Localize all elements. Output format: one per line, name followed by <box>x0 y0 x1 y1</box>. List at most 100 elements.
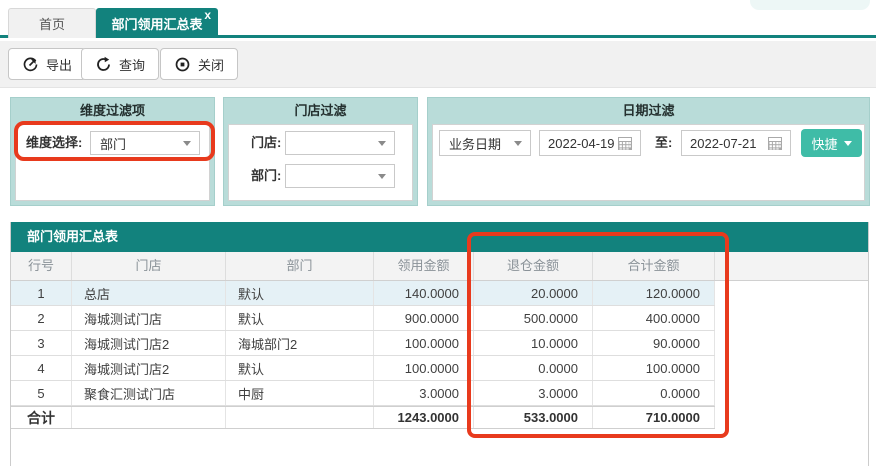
table-row-4[interactable]: 4海城测试门店2默认100.00000.0000100.0000 <box>11 356 715 381</box>
grid-cell: 400.0000 <box>593 306 715 330</box>
grid-cell: 合计 <box>11 407 72 428</box>
column-header-0[interactable]: 行号 <box>11 252 72 280</box>
chevron-down-icon <box>514 141 522 146</box>
date-to-value: 2022-07-21 <box>690 136 757 151</box>
grid-header-row: 行号门店部门领用金额退仓金额合计金额 <box>11 252 868 281</box>
quick-date-label: 快捷 <box>811 134 837 153</box>
grid-cell: 默认 <box>226 356 374 380</box>
grid-cell: 500.0000 <box>474 306 593 330</box>
grid-cell: 1 <box>11 281 72 305</box>
grid-cell <box>72 407 226 428</box>
query-button[interactable]: 查询 <box>81 48 159 80</box>
grid-cell: 90.0000 <box>593 331 715 355</box>
dept-select[interactable] <box>285 164 395 188</box>
table-row-5[interactable]: 5聚食汇测试门店中厨3.00003.00000.0000 <box>11 381 715 406</box>
grid-cell: 2 <box>11 306 72 330</box>
date-panel-title: 日期过滤 <box>428 98 869 124</box>
tab-close-icon[interactable]: x <box>204 8 211 22</box>
grid-cell: 3.0000 <box>474 381 593 405</box>
grid-cell: 中厨 <box>226 381 374 405</box>
stop-icon <box>174 56 191 73</box>
toolbar: 导出 查询 关闭 <box>0 41 876 88</box>
dimension-panel-body: 维度选择: 部门 <box>15 124 210 201</box>
grid-cell: 1243.0000 <box>374 407 474 428</box>
grid-cell: 20.0000 <box>474 281 593 305</box>
cropped-corner-element <box>750 0 870 10</box>
tab-home[interactable]: 首页 <box>8 8 96 38</box>
quick-date-button[interactable]: 快捷 <box>801 129 862 157</box>
summary-grid: 部门领用汇总表 行号门店部门领用金额退仓金额合计金额 1总店默认140.0000… <box>10 222 869 466</box>
column-header-5[interactable]: 合计金额 <box>593 252 715 280</box>
query-button-label: 查询 <box>119 55 145 74</box>
grid-cell: 默认 <box>226 281 374 305</box>
grid-cell: 100.0000 <box>593 356 715 380</box>
dimension-select-label: 维度选择: <box>26 131 82 155</box>
grid-cell: 海城测试门店2 <box>72 356 226 380</box>
table-row-1[interactable]: 1总店默认140.000020.0000120.0000 <box>11 281 715 306</box>
chevron-down-icon <box>183 141 191 146</box>
grid-cell: 710.0000 <box>593 407 715 428</box>
date-from-input[interactable]: 2022-04-19 <box>539 130 641 156</box>
grid-cell: 海城部门2 <box>226 331 374 355</box>
grid-cell: 10.0000 <box>474 331 593 355</box>
close-button[interactable]: 关闭 <box>160 48 238 80</box>
date-to-input[interactable]: 2022-07-21 <box>681 130 791 156</box>
grid-cell: 0.0000 <box>593 381 715 405</box>
chevron-down-icon <box>378 174 386 179</box>
dept-select-label: 部门: <box>251 164 281 188</box>
calendar-icon[interactable] <box>618 137 632 150</box>
date-to-label: 至: <box>655 131 672 155</box>
grid-cell: 5 <box>11 381 72 405</box>
tab-bar: 首页 部门领用汇总表 x <box>0 0 876 38</box>
grid-cell: 3 <box>11 331 72 355</box>
grid-cell: 120.0000 <box>593 281 715 305</box>
store-panel-body: 门店: 部门: <box>228 124 413 201</box>
dimension-select[interactable]: 部门 <box>90 131 200 155</box>
grid-cell: 总店 <box>72 281 226 305</box>
column-header-filler <box>715 252 868 280</box>
grid-cell: 900.0000 <box>374 306 474 330</box>
column-header-2[interactable]: 部门 <box>226 252 374 280</box>
date-type-select[interactable]: 业务日期 <box>439 130 531 156</box>
close-button-label: 关闭 <box>198 55 224 74</box>
date-filter-panel: 日期过滤 业务日期 2022-04-19 至: 2022-07-21 <box>427 97 870 206</box>
grid-cell: 聚食汇测试门店 <box>72 381 226 405</box>
store-select[interactable] <box>285 131 395 155</box>
column-header-1[interactable]: 门店 <box>72 252 226 280</box>
column-header-4[interactable]: 退仓金额 <box>474 252 593 280</box>
export-icon <box>22 56 39 73</box>
chevron-down-icon <box>378 141 386 146</box>
dimension-select-value: 部门 <box>100 134 126 153</box>
calendar-icon[interactable] <box>768 137 782 150</box>
grid-cell: 海城测试门店 <box>72 306 226 330</box>
grid-cell: 140.0000 <box>374 281 474 305</box>
grid-title: 部门领用汇总表 <box>11 222 868 252</box>
export-button[interactable]: 导出 <box>8 48 86 80</box>
grid-cell: 默认 <box>226 306 374 330</box>
grid-cell: 0.0000 <box>474 356 593 380</box>
export-button-label: 导出 <box>46 55 72 74</box>
chevron-down-icon <box>844 141 852 146</box>
store-panel-title: 门店过滤 <box>224 98 417 124</box>
tab-home-label: 首页 <box>39 14 65 33</box>
store-filter-panel: 门店过滤 门店: 部门: <box>223 97 418 206</box>
column-header-3[interactable]: 领用金额 <box>374 252 474 280</box>
grid-cell: 533.0000 <box>474 407 593 428</box>
grid-cell: 4 <box>11 356 72 380</box>
table-total-row[interactable]: 合计 1243.0000533.0000710.0000 <box>11 406 715 429</box>
table-row-2[interactable]: 2海城测试门店默认900.0000500.0000400.0000 <box>11 306 715 331</box>
refresh-icon <box>95 56 112 73</box>
grid-cell: 3.0000 <box>374 381 474 405</box>
tab-dept-summary-label: 部门领用汇总表 <box>111 14 202 33</box>
dimension-panel-title: 维度过滤项 <box>11 98 214 124</box>
tab-dept-summary[interactable]: 部门领用汇总表 x <box>96 8 218 38</box>
table-row-3[interactable]: 3海城测试门店2海城部门2100.000010.000090.0000 <box>11 331 715 356</box>
date-panel-body: 业务日期 2022-04-19 至: 2022-07-21 <box>432 124 865 201</box>
grid-cell: 100.0000 <box>374 331 474 355</box>
grid-cell: 海城测试门店2 <box>72 331 226 355</box>
grid-cell <box>226 407 374 428</box>
dimension-filter-panel: 维度过滤项 维度选择: 部门 <box>10 97 215 206</box>
grid-cell: 100.0000 <box>374 356 474 380</box>
date-type-value: 业务日期 <box>449 134 501 153</box>
date-from-value: 2022-04-19 <box>548 136 615 151</box>
